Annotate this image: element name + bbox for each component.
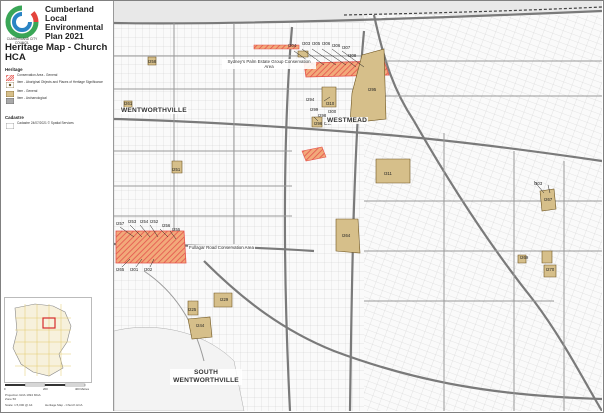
- svg-text:I306: I306: [322, 41, 331, 46]
- svg-text:I308: I308: [348, 53, 357, 58]
- heritage-map-canvas[interactable]: I304 I303 I305 I306 I306 I307 I308 I295 I294 I…: [114, 1, 602, 411]
- svg-text:I261: I261: [124, 101, 133, 106]
- cadastre-heading: Cadastre: [5, 115, 24, 120]
- suburb-label: SOUTH WENTWORTHVILLE: [170, 369, 242, 385]
- svg-text:I300: I300: [328, 109, 337, 114]
- legend-label: Item - Aboriginal Objects and Places of …: [17, 80, 103, 84]
- svg-text:I295: I295: [368, 87, 377, 92]
- legend-label: Cadastre 24/07/2021 © Spatial Services: [17, 121, 74, 125]
- svg-text:I265: I265: [116, 267, 125, 272]
- legend-label: Item - General: [17, 89, 38, 93]
- suburb-label: WENTWORTHVILLE: [120, 107, 188, 114]
- legend-label: Conservation Area - General: [17, 73, 58, 77]
- conservation-area-fullagar: [115, 230, 187, 264]
- svg-text:I264: I264: [342, 233, 351, 238]
- svg-text:I311: I311: [384, 171, 393, 176]
- scale-label-start: 0: [4, 387, 6, 391]
- scale-ratio: Scale: 1:5,000 @ A4: [5, 403, 33, 407]
- svg-text:I229: I229: [220, 297, 229, 302]
- svg-text:I301: I301: [130, 267, 139, 272]
- svg-text:I267: I267: [544, 197, 553, 202]
- svg-text:I303: I303: [534, 181, 543, 186]
- conservation-area-label: Sydney's Palm Estate Group Conservation …: [222, 59, 316, 69]
- svg-text:I256: I256: [162, 223, 171, 228]
- svg-text:I258: I258: [148, 59, 157, 64]
- legend-item-archaeological: Item - Archaeological: [6, 96, 112, 106]
- svg-text:I270: I270: [546, 267, 555, 272]
- svg-text:I252: I252: [150, 219, 159, 224]
- svg-text:I225: I225: [188, 307, 197, 312]
- cadastre-swatch-icon: [6, 123, 14, 129]
- map-title: Heritage Map - Church HCA: [5, 42, 108, 63]
- svg-text:I307: I307: [342, 45, 351, 50]
- svg-text:I269: I269: [520, 255, 529, 260]
- svg-text:I294: I294: [306, 97, 315, 102]
- map-id: Heritage Map - Church HCA: [45, 403, 83, 407]
- svg-text:I302: I302: [144, 267, 153, 272]
- council-logo-icon: [5, 5, 39, 39]
- svg-text:I303: I303: [302, 41, 311, 46]
- svg-text:I305: I305: [312, 41, 321, 46]
- svg-text:I253: I253: [128, 219, 137, 224]
- plan-title: Cumberland Local Environmental Plan 2021: [45, 4, 104, 41]
- svg-text:I304: I304: [288, 43, 297, 48]
- aboriginal-swatch-icon: [6, 82, 14, 88]
- locality-inset-map: [4, 297, 92, 383]
- svg-text:I254: I254: [140, 219, 149, 224]
- svg-text:I299: I299: [310, 107, 319, 112]
- svg-text:I255: I255: [172, 227, 181, 232]
- scale-label-mid: 200: [43, 387, 48, 391]
- legend-label: Item - Archaeological: [17, 96, 47, 100]
- conservation-area-label: Fullagar Road Conservation Area: [188, 245, 255, 250]
- suburb-label: WESTMEAD: [326, 117, 369, 124]
- svg-text:I257: I257: [116, 221, 125, 226]
- svg-text:I310: I310: [326, 101, 335, 106]
- archaeological-swatch-icon: [6, 98, 14, 104]
- projection-note: Projection GDA 1994 MGA Zone 56: [5, 393, 41, 401]
- map-drawing: I304 I303 I305 I306 I306 I307 I308I295I294 I…: [114, 1, 602, 411]
- svg-text:I306: I306: [332, 43, 341, 48]
- svg-text:I251: I251: [172, 167, 181, 172]
- legend-heading: Heritage: [5, 67, 23, 72]
- scale-label-end: 400 Metres: [75, 387, 89, 391]
- svg-text:I244: I244: [196, 323, 205, 328]
- legend-sidebar: CUMBERLAND CITY COUNCIL Cumberland Local…: [1, 1, 114, 411]
- svg-text:I296: I296: [314, 121, 323, 126]
- legend-item-cadastre: Cadastre 24/07/2021 © Spatial Services: [6, 121, 112, 131]
- item-311: [375, 158, 411, 184]
